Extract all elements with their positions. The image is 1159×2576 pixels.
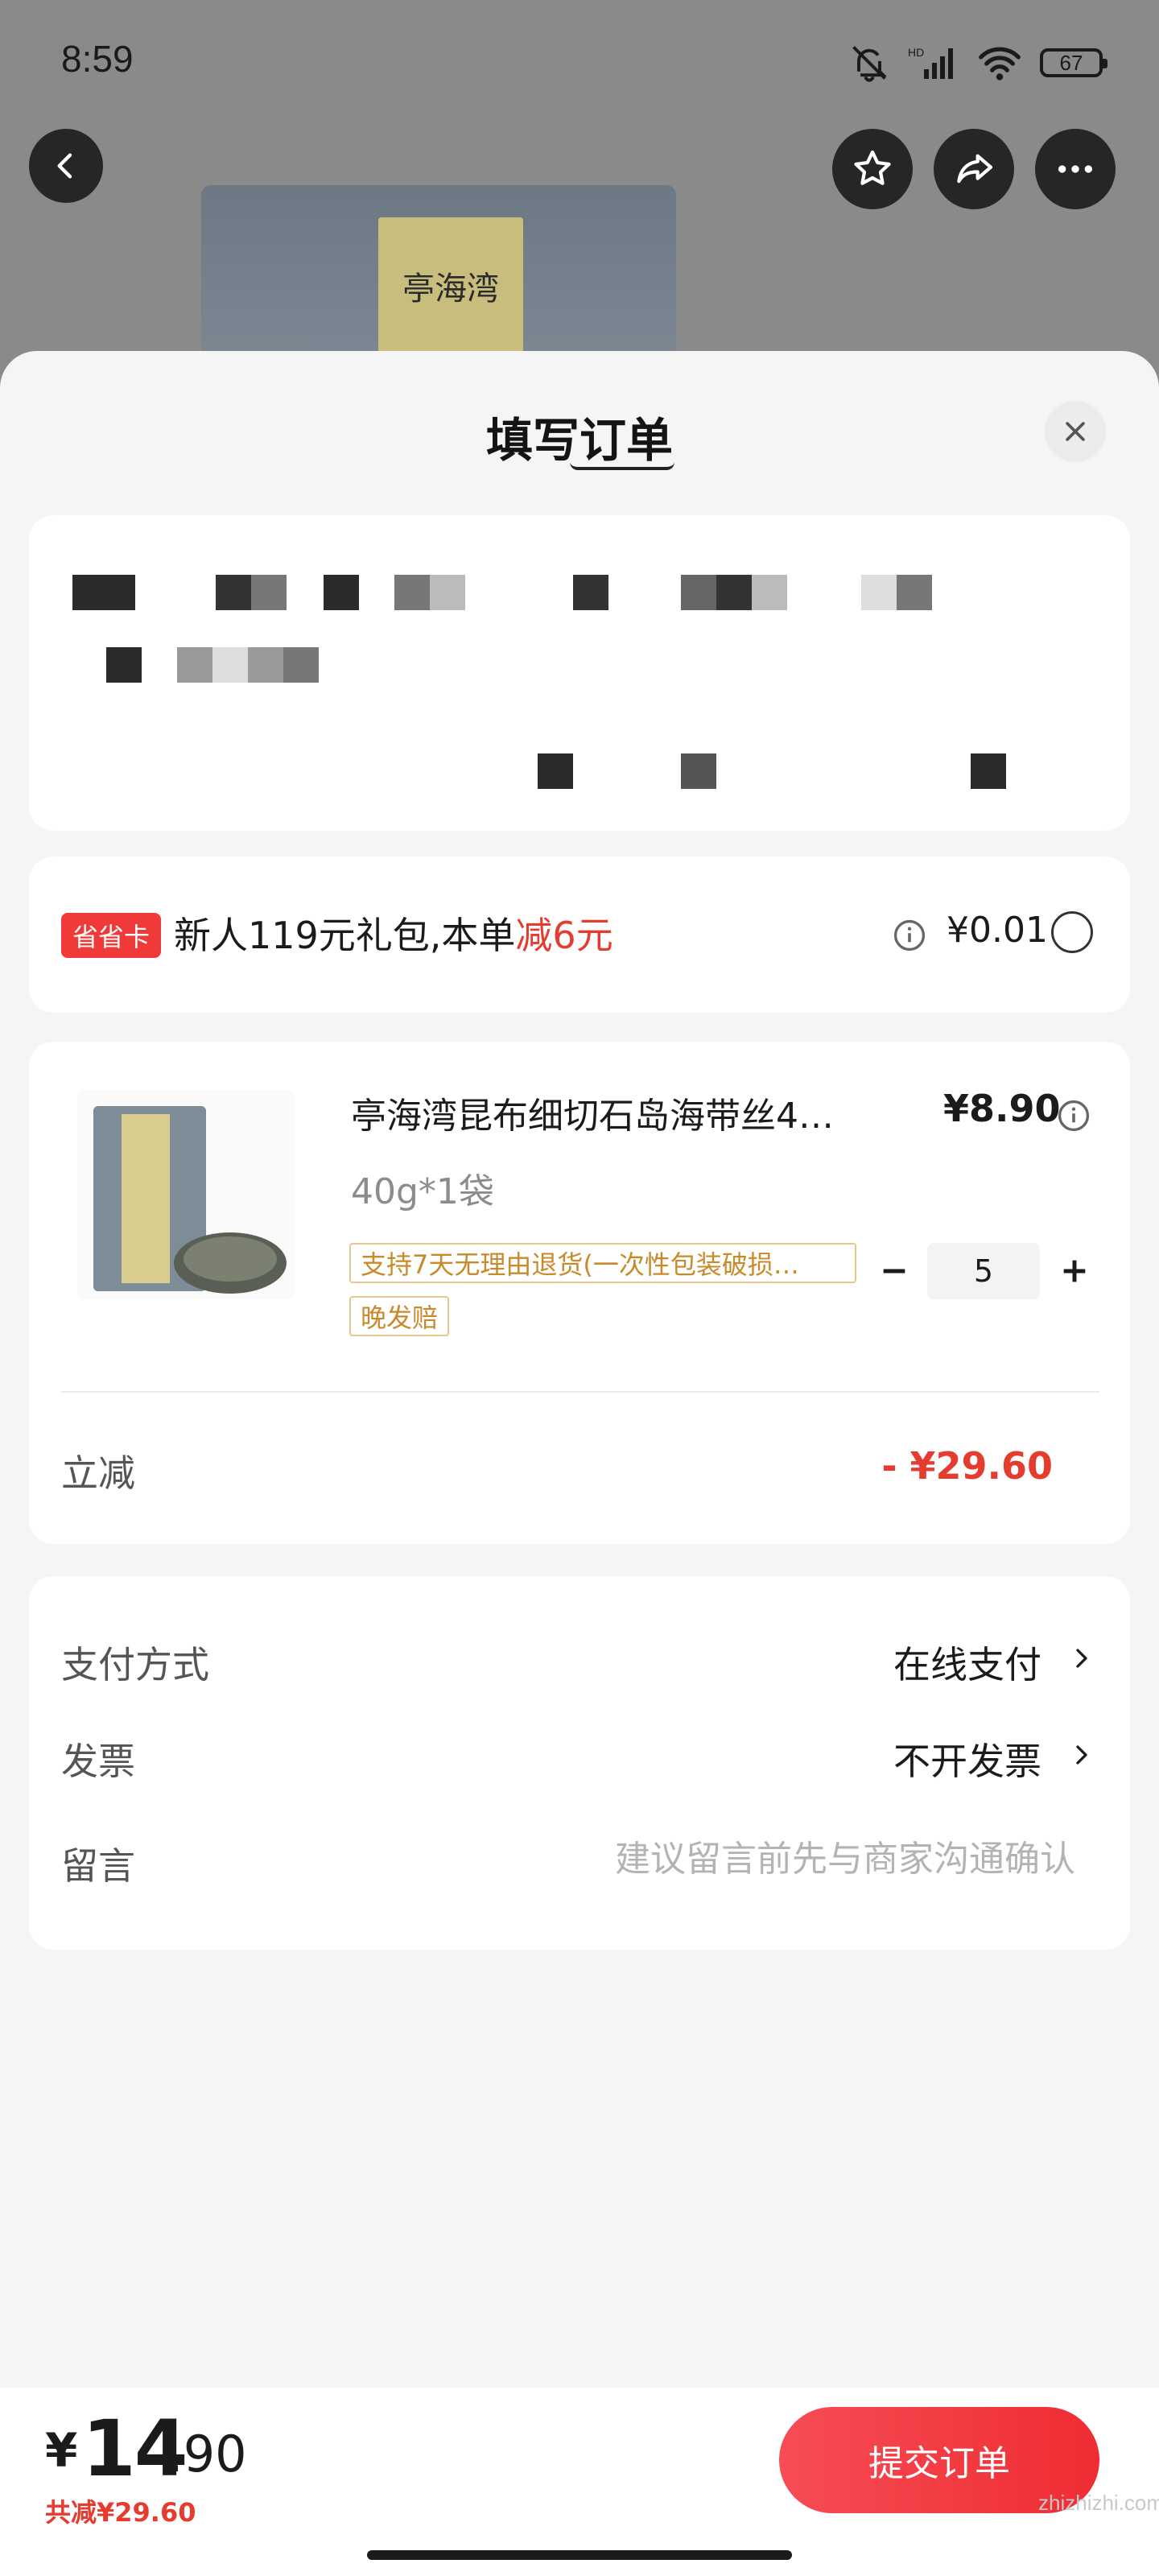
info-icon[interactable] [892, 918, 927, 953]
memo-label: 留言 [61, 1844, 135, 1888]
total-currency: ¥ [45, 2423, 78, 2478]
product-name[interactable]: 亭海湾昆布细切石岛海带丝4… [351, 1087, 914, 1138]
product-package-image [93, 1106, 287, 1294]
status-bar: 8:59 HD 67 [0, 0, 1159, 121]
redacted-block [752, 575, 787, 610]
redacted-block [861, 575, 897, 610]
svg-text:HD: HD [908, 46, 924, 59]
home-indicator[interactable] [367, 2550, 792, 2560]
close-icon [1066, 422, 1085, 441]
late-delivery-tag: 晚发赔 [349, 1296, 450, 1336]
redacted-block [72, 575, 135, 610]
divider [61, 1391, 1099, 1393]
discount-label: 立减 [61, 1451, 135, 1495]
product-card: 亭海湾昆布细切石岛海带丝4… 40g*1袋 ¥8.90 支持7天无理由退货(一次… [29, 1042, 1130, 1544]
info-icon[interactable] [1056, 1098, 1091, 1133]
chevron-right-icon [1066, 1739, 1098, 1771]
title-underline [570, 462, 674, 470]
quantity-decrease-button[interactable] [874, 1251, 914, 1291]
redacted-block [212, 647, 248, 683]
back-button[interactable] [29, 129, 103, 203]
promo-text: 新人119元礼包,本单减6元 [174, 906, 613, 960]
redacted-block [573, 575, 608, 610]
product-thumbnail[interactable] [77, 1090, 295, 1299]
promo-card[interactable]: 省省卡 新人119元礼包,本单减6元 ¥0.01 [29, 857, 1130, 1013]
redacted-block [394, 575, 430, 610]
invoice-label: 发票 [61, 1740, 135, 1783]
product-hero-label: 亭海湾 [378, 217, 523, 354]
redacted-block [971, 753, 1006, 789]
quantity-increase-button[interactable] [1054, 1251, 1095, 1291]
memo-input[interactable] [431, 1831, 1075, 1887]
promo-price: ¥0.01 [947, 910, 1048, 951]
redacted-block [681, 575, 716, 610]
redacted-block [216, 575, 251, 610]
redacted-block [177, 647, 212, 683]
quantity-stepper[interactable]: 5 [927, 1243, 1040, 1299]
minus-icon [883, 1269, 905, 1274]
return-policy-tag: 支持7天无理由退货(一次性包装破损… [349, 1243, 856, 1283]
address-card[interactable] [29, 515, 1130, 831]
share-icon [957, 154, 993, 184]
total-saved: 共减¥29.60 [45, 2497, 196, 2528]
promo-text-prefix: 新人119元礼包,本单 [174, 914, 516, 957]
more-dots-icon [1058, 165, 1092, 173]
redacted-block [538, 753, 573, 789]
promo-tag: 省省卡 [61, 913, 162, 958]
chevron-right-icon [1066, 1642, 1098, 1674]
redacted-block [324, 575, 359, 610]
wifi-icon [979, 47, 1021, 80]
more-button[interactable] [1035, 129, 1116, 209]
promo-text-highlight: 减6元 [515, 914, 613, 957]
plus-icon [1063, 1260, 1086, 1282]
product-spec: 40g*1袋 [351, 1171, 494, 1212]
total-amount-decimal: .90 [167, 2425, 247, 2483]
sheet-title: 填写订单 [485, 413, 673, 468]
battery-indicator: 67 [1040, 48, 1107, 77]
background-page: 亭海湾 8:59 HD 67 [0, 0, 1159, 394]
star-icon [854, 150, 891, 185]
discount-value: - ¥29.60 [881, 1444, 1053, 1488]
redacted-block [106, 647, 142, 683]
watermark: zhizhizhi.com [1038, 2491, 1159, 2515]
redacted-block [897, 575, 932, 610]
bottom-bar: ¥ 14 .90 共减¥29.60 提交订单 zhizhizhi.com [0, 2388, 1159, 2576]
order-sheet: 填写订单 省省卡 新人119元礼包,本单减6元 ¥0.01 亭海湾昆布细切石岛海… [0, 351, 1159, 2576]
redacted-block [283, 647, 319, 683]
mute-icon [852, 46, 888, 82]
redacted-block [248, 647, 283, 683]
share-button[interactable] [934, 129, 1014, 209]
payment-method-label: 支付方式 [61, 1643, 209, 1686]
promo-radio[interactable] [1051, 911, 1093, 953]
redacted-block [251, 575, 287, 610]
invoice-value: 不开发票 [893, 1740, 1041, 1783]
options-card: 支付方式 在线支付 发票 不开发票 留言 [29, 1576, 1130, 1950]
status-icons: HD 67 [848, 39, 1107, 87]
redacted-block [430, 575, 465, 610]
payment-method-value: 在线支付 [893, 1643, 1041, 1686]
redacted-block [681, 753, 716, 789]
close-button[interactable] [1045, 401, 1106, 462]
redacted-block [716, 575, 752, 610]
signal-icon: HD [908, 46, 953, 79]
favorite-button[interactable] [832, 129, 913, 209]
status-time: 8:59 [61, 38, 134, 80]
product-price: ¥8.90 [943, 1087, 1061, 1130]
chevron-left-icon [57, 153, 72, 179]
